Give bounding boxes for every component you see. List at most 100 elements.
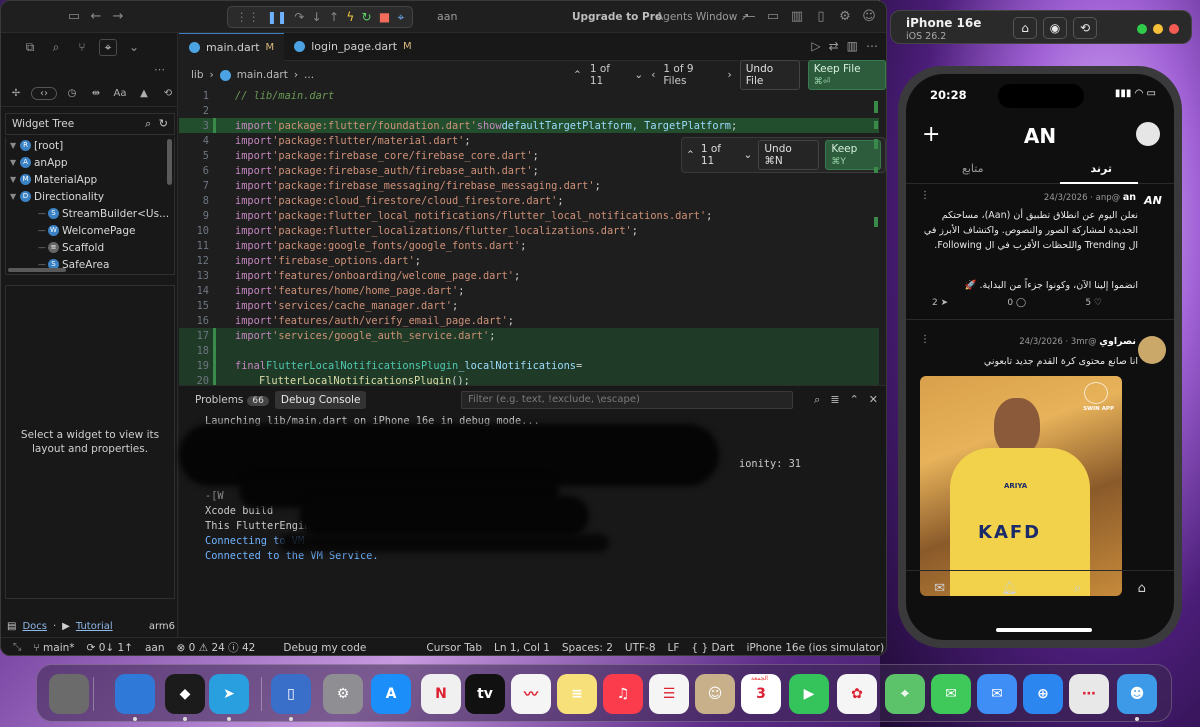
code-editor[interactable]: 1 // lib/main.dart 2 3 import 'package:flutt… xyxy=(179,87,886,388)
widget-tree-node[interactable]: — S StreamBuilder<Us... xyxy=(6,205,174,222)
keep-file-button[interactable]: Keep File ⌘⏎ xyxy=(807,60,886,90)
dock-app-reminders-icon[interactable]: ☰ xyxy=(649,674,689,714)
code-line[interactable]: 11 import 'package:google_fonts/google_fo… xyxy=(179,238,879,253)
code-line[interactable]: 8 import 'package:cloud_firestore/cloud_f… xyxy=(179,193,879,208)
account-icon[interactable]: ☺ xyxy=(858,9,880,24)
widget-tree-node[interactable]: — W WelcomePage xyxy=(6,222,174,239)
chevron-up-icon[interactable]: ⌃ xyxy=(850,393,859,407)
dock-app-settings-icon[interactable]: ⚙ xyxy=(323,674,363,714)
like-button[interactable]: 5 ♡ xyxy=(1085,298,1102,308)
dock-app-cursor-icon[interactable]: ◆ xyxy=(165,674,205,714)
code-line[interactable]: 18 xyxy=(179,343,879,358)
problems-indicator[interactable]: ⊗ 0 ⚠ 24 ⓘ 42 xyxy=(177,640,256,655)
layout-explorer-icon[interactable]: ⇹ xyxy=(87,88,105,99)
home-icon[interactable]: ⌂ xyxy=(1138,581,1146,596)
branch-indicator[interactable]: ⑂ main* xyxy=(33,642,74,654)
dock-app-safari-icon[interactable]: ⊕ xyxy=(1023,674,1063,714)
refresh-icon[interactable]: ↻ xyxy=(159,117,168,130)
widget-tree-node[interactable]: ▼ D Directionality xyxy=(6,188,174,205)
clear-console-icon[interactable]: ≣ xyxy=(830,393,839,407)
search-icon[interactable]: ⌕ xyxy=(145,117,151,130)
search-icon[interactable]: ⌕ xyxy=(1074,581,1081,596)
cursor-tab-toggle[interactable]: Cursor Tab xyxy=(426,642,482,654)
debug-mode[interactable]: Debug my code xyxy=(283,642,366,654)
code-line[interactable]: 7 import 'package:firebase_messaging/fire… xyxy=(179,178,879,193)
step-into-icon[interactable]: ↓ xyxy=(312,10,322,24)
refresh-tree-icon[interactable]: ⟲ xyxy=(159,88,177,99)
end-of-line[interactable]: LF xyxy=(668,642,680,654)
slow-animations-icon[interactable]: ◷ xyxy=(63,88,81,99)
share-button[interactable]: 2 ➤ xyxy=(932,298,948,308)
dock-app-finder-icon[interactable]: ☻ xyxy=(1117,674,1157,714)
dock-app-mail-icon[interactable]: ✉ xyxy=(977,674,1017,714)
chevron-down-icon[interactable]: ⌄ xyxy=(634,69,643,81)
settings-gear-icon[interactable]: ⚙ xyxy=(834,9,856,24)
post-image[interactable]: SWIN APP ARIYA KAFD xyxy=(920,376,1122,596)
code-line[interactable]: 17 import 'services/google_auth_service.d… xyxy=(179,328,879,343)
expand-caret-icon[interactable]: ▼ xyxy=(10,192,20,201)
code-line[interactable]: 14 import 'features/home/home_page.dart'; xyxy=(179,283,879,298)
avatar[interactable]: AN xyxy=(1140,194,1166,212)
undo-file-button[interactable]: Undo File xyxy=(739,60,800,90)
cursor-position[interactable]: Ln 1, Col 1 xyxy=(494,642,550,654)
dock-app-music-icon[interactable]: ♫ xyxy=(603,674,643,714)
language-mode[interactable]: { } Dart xyxy=(691,642,734,654)
encoding[interactable]: UTF-8 xyxy=(625,642,656,654)
dock-app-notes-icon[interactable]: ≡ xyxy=(557,674,597,714)
code-line[interactable]: 2 xyxy=(179,103,879,118)
chevron-right-icon[interactable]: › xyxy=(728,69,732,81)
text-baseline-icon[interactable]: Aa xyxy=(111,88,129,99)
comment-button[interactable]: 0 ◯ xyxy=(1007,298,1026,308)
split-editor-icon[interactable]: ▥ xyxy=(847,39,858,53)
dock-app-telegram-icon[interactable]: ➤ xyxy=(209,674,249,714)
tab-main-dart[interactable]: main.dart M xyxy=(179,32,285,61)
tree-line-icon[interactable]: — xyxy=(38,209,48,218)
explorer-icon[interactable]: ⧉ xyxy=(21,40,39,55)
minimize-button[interactable] xyxy=(1153,24,1163,34)
pause-icon[interactable]: ❚❚ xyxy=(267,10,287,24)
dock-app-freeform-icon[interactable]: 〰 xyxy=(511,674,551,714)
screenshot-camera-icon[interactable]: ◉ xyxy=(1043,17,1067,39)
keep-hunk-button[interactable]: Keep ⌘Y xyxy=(825,140,882,170)
tab-trending[interactable]: ترند xyxy=(1091,162,1112,175)
feed-post[interactable]: 24/3/2026 · 3mr@ نصراوي ⋮ انا صانع محتوى… xyxy=(906,330,1174,598)
more-options-icon[interactable]: ⋯ xyxy=(154,63,165,76)
tab-debug-console[interactable]: Debug Console xyxy=(274,391,367,409)
code-line[interactable]: 16 import 'features/auth/verify_email_pag… xyxy=(179,313,879,328)
dock-app-finder-stack-icon[interactable] xyxy=(115,674,155,714)
dock-app-maps-icon[interactable]: ⌖ xyxy=(885,674,925,714)
mail-icon[interactable]: ✉ xyxy=(934,581,945,596)
sync-indicator[interactable]: ⟳ 0↓ 1↑ xyxy=(87,642,133,654)
minimize-icon[interactable]: — xyxy=(738,9,760,24)
chevron-down-icon[interactable]: ⌄ xyxy=(744,149,753,161)
device-selector[interactable]: iPhone 16e (ios simulator) xyxy=(746,642,884,654)
dock-app-simulator-icon[interactable]: ▯ xyxy=(271,674,311,714)
back-arrow-icon[interactable]: ← xyxy=(85,9,107,24)
search-icon[interactable]: ⌕ xyxy=(814,393,820,407)
search-icon[interactable]: ⌕ xyxy=(47,40,65,55)
source-control-icon[interactable]: ⑂ xyxy=(73,40,91,54)
expand-caret-icon[interactable]: ▼ xyxy=(10,141,20,150)
home-indicator[interactable] xyxy=(996,628,1092,632)
dock-app-trash-icon[interactable] xyxy=(49,674,89,714)
home-icon[interactable]: ⌂ xyxy=(1013,17,1037,39)
feed-post[interactable]: AN 24/3/2026 · anp@ an ⋮ نعلن اليوم عن ا… xyxy=(906,186,1174,320)
code-line[interactable]: 10 import 'package:flutter_localizations/… xyxy=(179,223,879,238)
horizontal-scrollbar[interactable] xyxy=(8,268,66,272)
hot-restart-icon[interactable]: ↻ xyxy=(362,10,372,24)
step-over-icon[interactable]: ↷ xyxy=(294,10,304,24)
code-line[interactable]: 1 // lib/main.dart xyxy=(179,88,879,103)
devtools-icon[interactable]: ⌖ xyxy=(398,10,405,25)
widget-tree-node[interactable]: ▼ AanApp xyxy=(6,154,174,171)
compare-icon[interactable]: ⇄ xyxy=(829,39,839,53)
indentation[interactable]: Spaces: 2 xyxy=(562,642,613,654)
chevron-up-icon[interactable]: ⌃ xyxy=(686,149,695,161)
flutter-inspector-icon[interactable]: ⌖ xyxy=(99,38,117,56)
avatar[interactable] xyxy=(1138,336,1166,364)
code-line[interactable]: 15 import 'services/cache_manager.dart'; xyxy=(179,298,879,313)
close-icon[interactable]: ✕ xyxy=(869,393,878,407)
widget-tree-node[interactable]: — ≡ Scaffold xyxy=(6,239,174,256)
maximize-button[interactable] xyxy=(1137,24,1147,34)
tab-problems[interactable]: Problems 66 xyxy=(195,394,269,406)
dock-app-messages-icon[interactable]: ✉ xyxy=(931,674,971,714)
